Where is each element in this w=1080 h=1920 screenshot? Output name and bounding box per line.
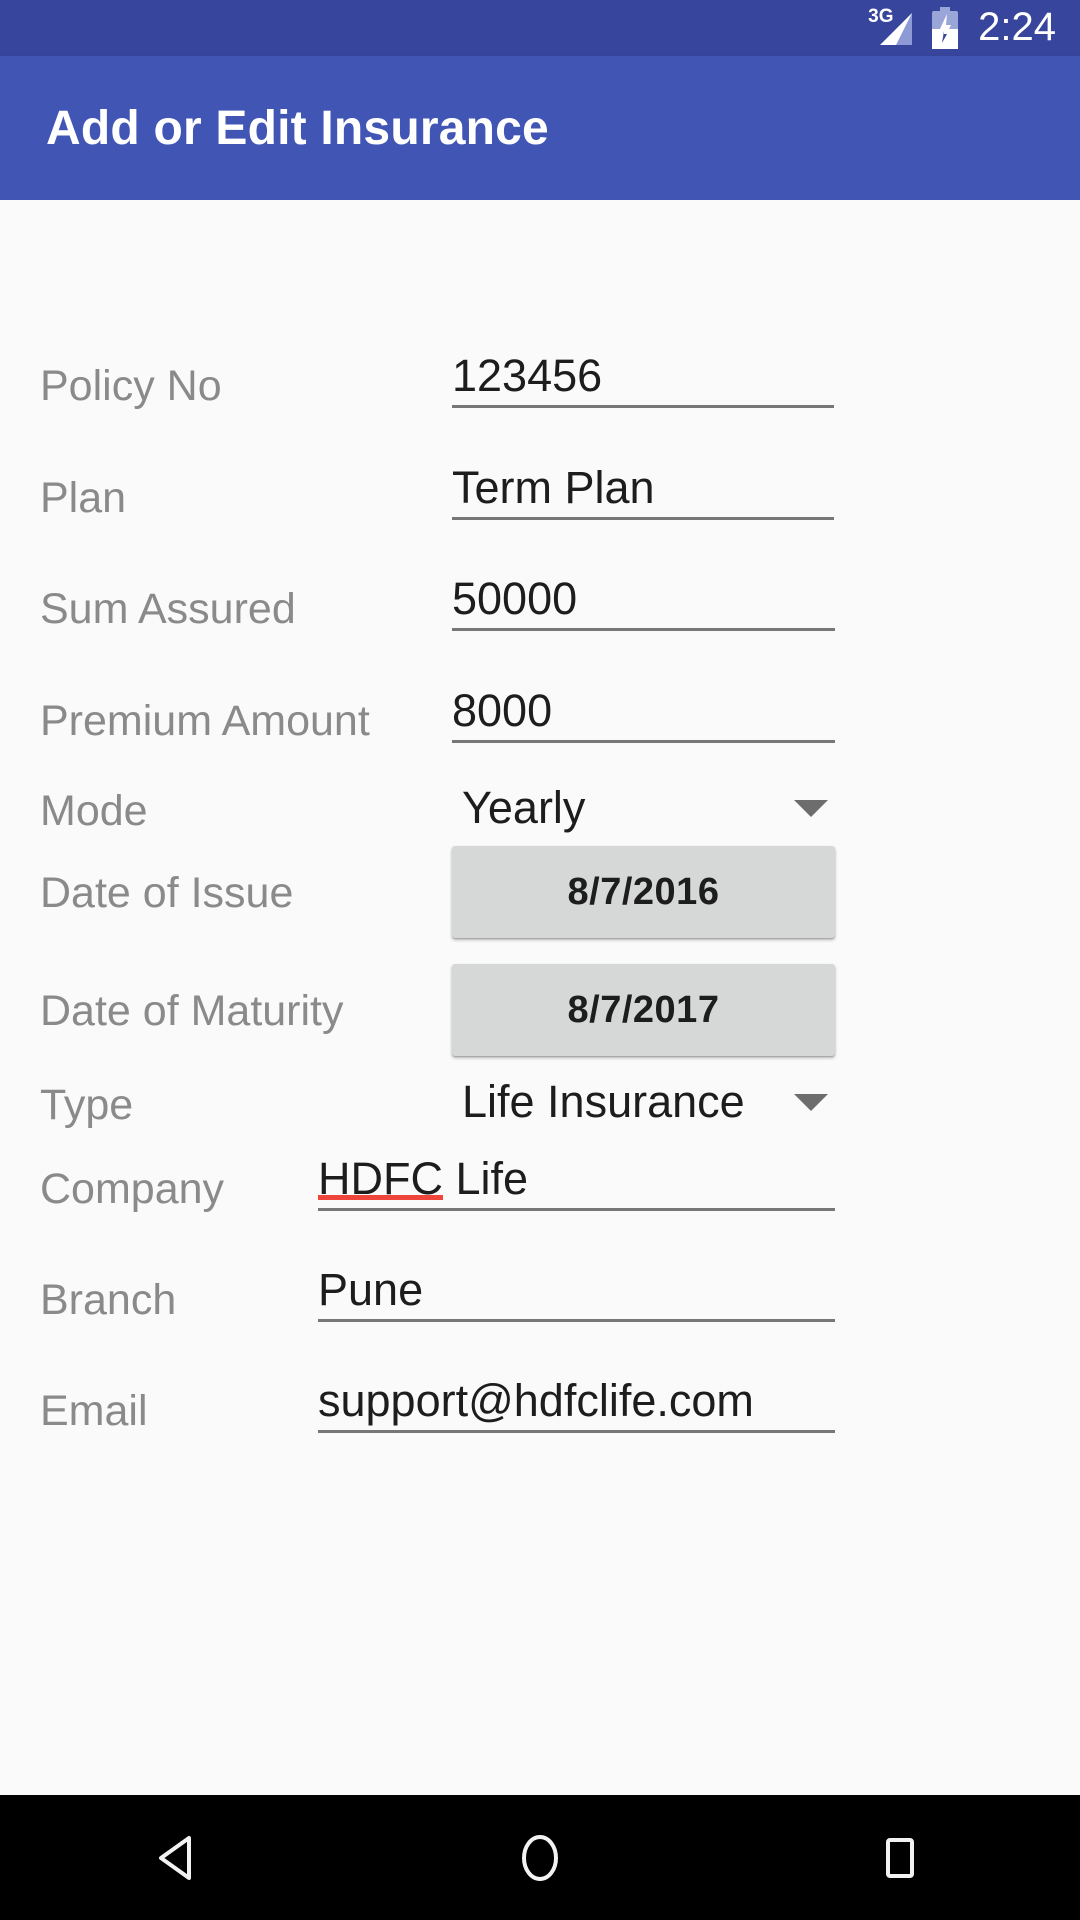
page-title: Add or Edit Insurance — [46, 101, 549, 155]
recents-square-icon — [886, 1837, 914, 1878]
app-bar: Add or Edit Insurance — [0, 56, 1080, 200]
spinner-type[interactable]: Life Insurance — [462, 1076, 836, 1128]
input-company[interactable]: HDFC Life — [318, 1155, 835, 1212]
input-plan[interactable]: Term Plan — [452, 462, 834, 521]
label-date-of-maturity: Date of Maturity — [40, 987, 344, 1035]
date-of-issue-button[interactable]: 8/7/2016 — [452, 846, 835, 938]
value-sum-assured: 50000 — [452, 573, 578, 624]
input-premium-amount[interactable]: 8000 — [452, 685, 835, 744]
battery-charging-icon — [930, 7, 960, 49]
status-clock: 2:24 — [978, 5, 1056, 49]
label-email: Email — [40, 1387, 148, 1435]
signal-3g-icon: 3G — [868, 7, 916, 49]
label-mode: Mode — [40, 787, 148, 835]
label-plan: Plan — [40, 474, 127, 522]
underline-branch — [318, 1319, 835, 1323]
input-email[interactable]: support@hdfclife.com — [318, 1375, 835, 1434]
value-email: support@hdfclife.com — [318, 1375, 754, 1426]
value-date-of-maturity: 8/7/2017 — [567, 988, 720, 1031]
label-branch: Branch — [40, 1276, 177, 1324]
underline-plan — [452, 517, 834, 521]
nav-recents-button[interactable] — [825, 1795, 975, 1920]
input-sum-assured[interactable]: 50000 — [452, 573, 835, 632]
status-icon-group: 3G 2:24 — [868, 5, 1056, 49]
value-policy-no: 123456 — [452, 350, 603, 401]
value-mode: Yearly — [462, 782, 586, 833]
chevron-down-icon — [794, 799, 828, 817]
home-circle-icon — [522, 1834, 558, 1881]
company-rest: Life — [442, 1153, 529, 1204]
value-plan: Term Plan — [452, 462, 655, 513]
label-sum-assured: Sum Assured — [40, 585, 296, 633]
underline-sum-assured — [452, 628, 835, 632]
nav-back-button[interactable] — [105, 1795, 255, 1920]
underline-email — [318, 1430, 835, 1434]
back-triangle-icon — [159, 1835, 191, 1880]
chevron-down-icon — [794, 1093, 828, 1111]
spinner-mode-row: Yearly — [462, 782, 836, 834]
underline-company — [318, 1208, 835, 1212]
value-date-of-issue: 8/7/2016 — [567, 870, 720, 913]
spinner-mode[interactable]: Yearly — [462, 782, 836, 834]
underline-policy-no — [452, 405, 834, 409]
label-date-of-issue: Date of Issue — [40, 869, 294, 917]
form-content: Policy No 123456 Plan Term Plan Sum Assu… — [0, 200, 1080, 1795]
spellcheck-word: HDFC — [318, 1153, 443, 1204]
spinner-type-row: Life Insurance — [462, 1076, 836, 1128]
input-policy-no[interactable]: 123456 — [452, 350, 834, 409]
label-type: Type — [40, 1081, 134, 1129]
label-company: Company — [40, 1165, 225, 1213]
app-screen: 3G 2:24 Add or Edit Insurance Policy No … — [0, 0, 1080, 1920]
value-type: Life Insurance — [462, 1076, 745, 1127]
navigation-bar — [0, 1795, 1080, 1920]
value-company: HDFC Life — [318, 1155, 835, 1208]
input-branch[interactable]: Pune — [318, 1264, 835, 1323]
signal-bars-icon — [880, 13, 913, 45]
nav-home-button[interactable] — [465, 1795, 615, 1920]
label-premium-amount: Premium Amount — [40, 697, 370, 745]
status-bar: 3G 2:24 — [0, 0, 1080, 56]
label-policy-no: Policy No — [40, 362, 222, 410]
value-branch: Pune — [318, 1264, 424, 1315]
date-of-maturity-button[interactable]: 8/7/2017 — [452, 964, 835, 1056]
underline-premium-amount — [452, 740, 835, 744]
value-premium-amount: 8000 — [452, 685, 553, 736]
